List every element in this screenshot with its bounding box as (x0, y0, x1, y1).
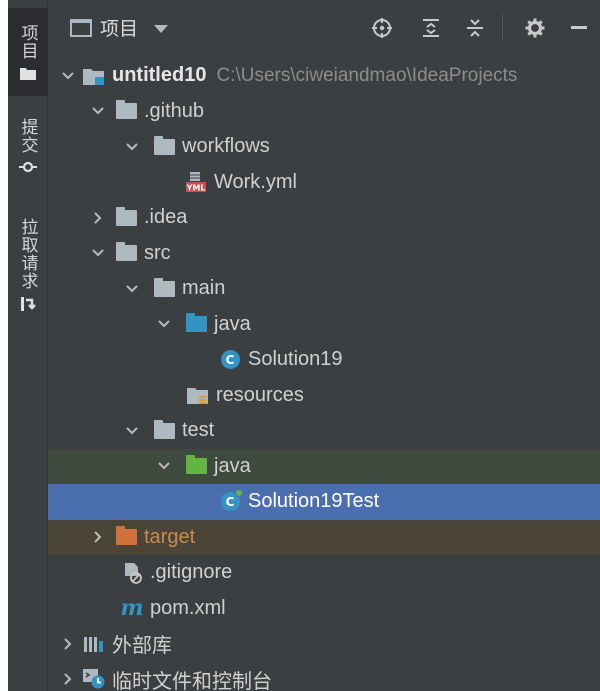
tree-row[interactable]: java (48, 448, 600, 484)
tree-item-label: Solution19 (248, 348, 343, 371)
minimize-icon[interactable] (568, 17, 590, 39)
tree-item-label: .idea (144, 206, 188, 229)
java-class-icon: C (218, 349, 242, 371)
chevron-right-icon[interactable] (88, 208, 108, 228)
view-selector[interactable]: 项目 (70, 14, 169, 41)
chevron-down-icon (154, 25, 169, 33)
tree-item-label: test (182, 419, 215, 442)
tab-project-label: 项目 (17, 24, 38, 60)
tree-item-label: .gitignore (150, 561, 233, 584)
window-edge (0, 0, 8, 691)
chevron-right-icon[interactable] (88, 527, 108, 547)
tree-row[interactable]: C Solution19 (48, 342, 600, 378)
tree-row[interactable]: .github (48, 94, 600, 130)
commit-icon (19, 160, 37, 179)
folder-icon (20, 66, 36, 85)
folder-icon (114, 100, 138, 122)
tree-row[interactable]: .idea (48, 200, 600, 236)
tool-window-title: 项目 (100, 18, 139, 40)
tool-window-header: 项目 (48, 0, 600, 54)
tree-row[interactable]: workflows (48, 129, 600, 165)
folder-icon (152, 419, 176, 442)
maven-icon: m (120, 595, 144, 622)
source-folder-icon (184, 313, 208, 335)
tree-item-label: target (144, 525, 196, 548)
pull-request-icon (20, 296, 36, 317)
tree-row[interactable]: 临时文件和控制台 (48, 662, 600, 691)
chevron-down-icon[interactable] (122, 421, 142, 441)
tree-item-label: resources (216, 383, 304, 406)
tree-item-label: pom.xml (150, 596, 226, 619)
tree-item-label: java (214, 454, 251, 477)
tree-item-label: src (144, 241, 171, 264)
chevron-down-icon[interactable] (58, 66, 78, 86)
tree-row[interactable]: resources (48, 378, 600, 414)
chevron-down-icon[interactable] (88, 243, 108, 263)
tree-item-label: java (214, 312, 251, 335)
tab-project[interactable]: 项目 (8, 8, 48, 96)
folder-icon (114, 242, 138, 264)
excluded-folder-icon (114, 526, 138, 548)
tree-item-label: Solution19Test (248, 490, 380, 513)
tree-item-label: 临时文件和控制台 (112, 670, 272, 691)
project-module-icon (82, 65, 106, 87)
chevron-right-icon[interactable] (58, 634, 78, 654)
tab-commit-label: 提交 (17, 118, 38, 154)
tree-row[interactable]: java (48, 307, 600, 343)
tree-row[interactable]: src (48, 236, 600, 272)
tree-row[interactable]: 外部库 (48, 626, 600, 662)
tab-commit[interactable]: 提交 (8, 118, 48, 198)
tree-item-label: .github (144, 99, 205, 122)
folder-icon (152, 277, 176, 300)
gear-icon[interactable] (524, 17, 546, 39)
project-window-icon (70, 18, 92, 37)
tree-row[interactable]: m pom.xml (48, 591, 600, 627)
chevron-down-icon[interactable] (88, 101, 108, 121)
tree-row[interactable]: main (48, 271, 600, 307)
folder-icon (114, 206, 138, 229)
java-test-class-icon: C (218, 489, 243, 513)
ignored-file-icon (120, 562, 144, 584)
test-source-folder-icon (184, 455, 208, 477)
chevron-right-icon[interactable] (58, 669, 78, 689)
folder-icon (152, 135, 176, 158)
chevron-down-icon[interactable] (154, 456, 174, 476)
tree-row[interactable]: test (48, 413, 600, 449)
project-tool-window: 项目 untitled10 C:\Users\ciweiandmao\IdeaP… (48, 0, 600, 691)
chevron-down-icon[interactable] (122, 279, 142, 299)
resources-folder-icon (186, 384, 210, 406)
tree-item-label: 外部库 (112, 635, 172, 658)
tab-pull-requests[interactable]: 拉取请求 (8, 218, 48, 330)
tool-window-bar: 项目 提交 拉取请求 (8, 0, 48, 691)
project-name: untitled10 (112, 64, 207, 87)
tab-pull-requests-label: 拉取请求 (17, 218, 38, 290)
chevron-down-icon[interactable] (122, 137, 142, 157)
collapse-all-icon[interactable] (464, 17, 486, 39)
tree-row-project-root[interactable]: untitled10 C:\Users\ciweiandmao\IdeaProj… (48, 58, 600, 94)
tree-row[interactable]: .gitignore (48, 555, 600, 591)
tree-item-label: main (182, 277, 226, 300)
tree-row[interactable]: YML Work.yml (48, 165, 600, 201)
tree-row[interactable]: target (48, 519, 600, 555)
expand-all-icon[interactable] (420, 17, 442, 39)
tree-row-selected[interactable]: C Solution19Test (48, 484, 600, 520)
locate-icon[interactable] (371, 17, 393, 39)
project-path: C:\Users\ciweiandmao\IdeaProjects (216, 64, 518, 86)
tree-item-label: Work.yml (214, 170, 297, 193)
libraries-icon (82, 633, 106, 655)
chevron-down-icon[interactable] (154, 314, 174, 334)
scratches-icon (82, 668, 106, 690)
tree-item-label: workflows (182, 135, 270, 158)
svg-text:YML: YML (186, 184, 206, 193)
toolbar-separator (502, 14, 503, 40)
yml-file-icon: YML (184, 171, 208, 193)
